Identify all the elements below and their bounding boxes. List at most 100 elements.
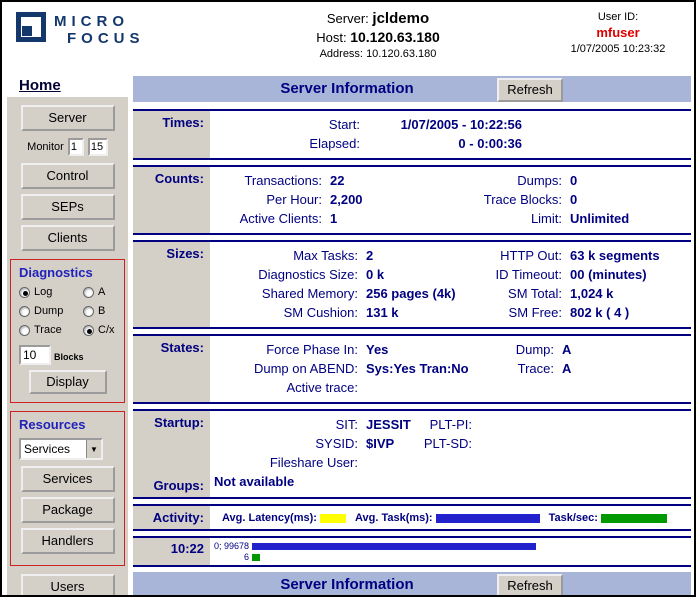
sidebar: Home Server Monitor Control SEPs Clients… [7,76,128,597]
radio-log-label: Log [34,286,52,298]
datetime-value: 1/07/2005 10:23:32 [542,43,694,55]
startup-label-cell: Startup: Groups: [133,411,210,497]
timeline-content: 0; 99678 6 [210,538,536,565]
control-button[interactable]: Control [21,163,115,189]
users-button[interactable]: Users [21,574,115,597]
host-value: 10.120.63.180 [350,29,440,45]
blocks-input[interactable] [19,345,51,365]
timeline-section: 10:22 0; 99678 6 [133,536,691,567]
field-value: $IVP [358,434,420,453]
radio-b[interactable]: B [83,305,127,317]
field-value: 0 - 0:00:36 [360,134,522,153]
startup-row: Fileshare User: [210,453,689,472]
sizes-label-cell: Sizes: [133,242,210,327]
chevron-down-icon[interactable]: ▼ [86,440,101,458]
server-header-info: Server: jcldemo Host: 10.120.63.180 Addr… [214,2,542,60]
field-label: SM Total: [486,284,562,303]
monitor-input-1[interactable] [68,138,84,156]
radio-trace[interactable]: Trace [19,324,83,336]
timeline-line-1: 0; 99678 [214,541,536,551]
states-row: Active trace: [210,378,689,397]
radio-log[interactable]: Log [19,286,83,298]
tasksec-swatch [601,514,667,523]
bottom-title-bar: Server Information Refresh [133,572,691,597]
diagnostics-title: Diagnostics [19,265,124,280]
radio-b-label: B [98,305,105,317]
field-label: Elapsed: [210,134,360,153]
monitor-input-2[interactable] [88,138,108,156]
package-button[interactable]: Package [21,497,115,523]
radio-a[interactable]: A [83,286,127,298]
field-value [554,378,562,397]
sizes-label: Sizes: [133,246,204,261]
field-label: Force Phase In: [210,340,358,359]
timeline-line1-value: 0; 99678 [214,541,249,551]
counts-row: Active Clients: 1 Limit: Unlimited [210,209,689,228]
field-label: SM Free: [486,303,562,322]
server-button[interactable]: Server [21,105,115,131]
user-id-label: User ID: [542,11,694,23]
field-value: A [554,340,571,359]
display-button[interactable]: Display [29,370,107,394]
field-value: 1/07/2005 - 10:22:56 [360,115,522,134]
monitor-label: Monitor [27,141,64,153]
field-value: A [554,359,571,378]
legend-tasksec: Task/sec: [549,512,667,524]
refresh-button-bottom[interactable]: Refresh [497,574,563,597]
times-label: Times: [133,115,204,130]
top-title-bar: Server Information Refresh [133,76,691,102]
states-section: States: Force Phase In: Yes Dump: A Dump… [133,334,691,404]
radio-cx-label: C/x [98,324,115,336]
micro-focus-logo: MICRO FOCUS [2,2,214,47]
field-value: 0 [562,171,577,190]
radio-dump-control[interactable] [19,306,30,317]
services-button[interactable]: Services [21,466,115,492]
radio-trace-control[interactable] [19,325,30,336]
startup-row: SYSID: $IVP PLT-SD: [210,434,689,453]
sizes-row: Diagnostics Size: 0 k ID Timeout: 00 (mi… [210,265,689,284]
field-value [358,453,420,472]
counts-label: Counts: [133,171,204,186]
radio-dump[interactable]: Dump [19,305,83,317]
clients-button[interactable]: Clients [21,225,115,251]
field-label: Trace Blocks: [434,190,562,209]
esmac-window: MICRO FOCUS Server: jcldemo Host: 10.120… [0,0,696,597]
activity-label-cell: Activity: [133,506,210,529]
sizes-row: SM Cushion: 131 k SM Free: 802 k ( 4 ) [210,303,689,322]
radio-cx-control[interactable] [83,325,94,336]
logo-line-micro: MICRO [54,13,145,30]
field-value: 0 k [358,265,486,284]
refresh-button-top[interactable]: Refresh [497,78,563,102]
micro-focus-logo-icon [16,12,46,42]
logo-text: MICRO FOCUS [54,12,145,47]
seps-button[interactable]: SEPs [21,194,115,220]
field-value [358,378,486,397]
startup-label: Startup: [133,415,204,430]
radio-a-control[interactable] [83,287,94,298]
activity-section: Activity: Avg. Latency(ms): Avg. Task(ms… [133,504,691,531]
legend-latency-label: Avg. Latency(ms): [222,512,317,524]
diagnostics-radio-grid: Log A Dump B [19,286,124,336]
resources-select[interactable]: Services ▼ [19,438,103,460]
field-label [420,453,472,472]
address-value: 10.120.63.180 [366,48,436,60]
page-header: MICRO FOCUS Server: jcldemo Host: 10.120… [2,2,694,74]
sizes-content: Max Tasks: 2 HTTP Out: 63 k segments Dia… [210,242,691,327]
field-label: Fileshare User: [210,453,358,472]
radio-b-control[interactable] [83,306,94,317]
times-row: Start: 1/07/2005 - 10:22:56 [210,115,689,134]
logo-line-focus: FOCUS [67,30,145,47]
radio-cx[interactable]: C/x [83,324,127,336]
startup-row: SIT: JESSIT PLT-PI: [210,415,689,434]
user-header-info: User ID: mfuser 1/07/2005 10:23:32 [542,2,694,55]
groups-row: Not available [210,472,689,492]
groups-label: Groups: [133,478,204,493]
resources-group: Resources Services ▼ Services Package Ha… [10,411,125,566]
field-value: 256 pages (4k) [358,284,486,303]
startup-content: SIT: JESSIT PLT-PI: SYSID: $IVP PLT-SD: … [210,411,691,497]
main-content: Server Information Refresh Times: Start:… [133,76,691,597]
home-link[interactable]: Home [19,77,61,94]
radio-log-control[interactable] [19,287,30,298]
handlers-button[interactable]: Handlers [21,528,115,554]
counts-row: Per Hour: 2,200 Trace Blocks: 0 [210,190,689,209]
